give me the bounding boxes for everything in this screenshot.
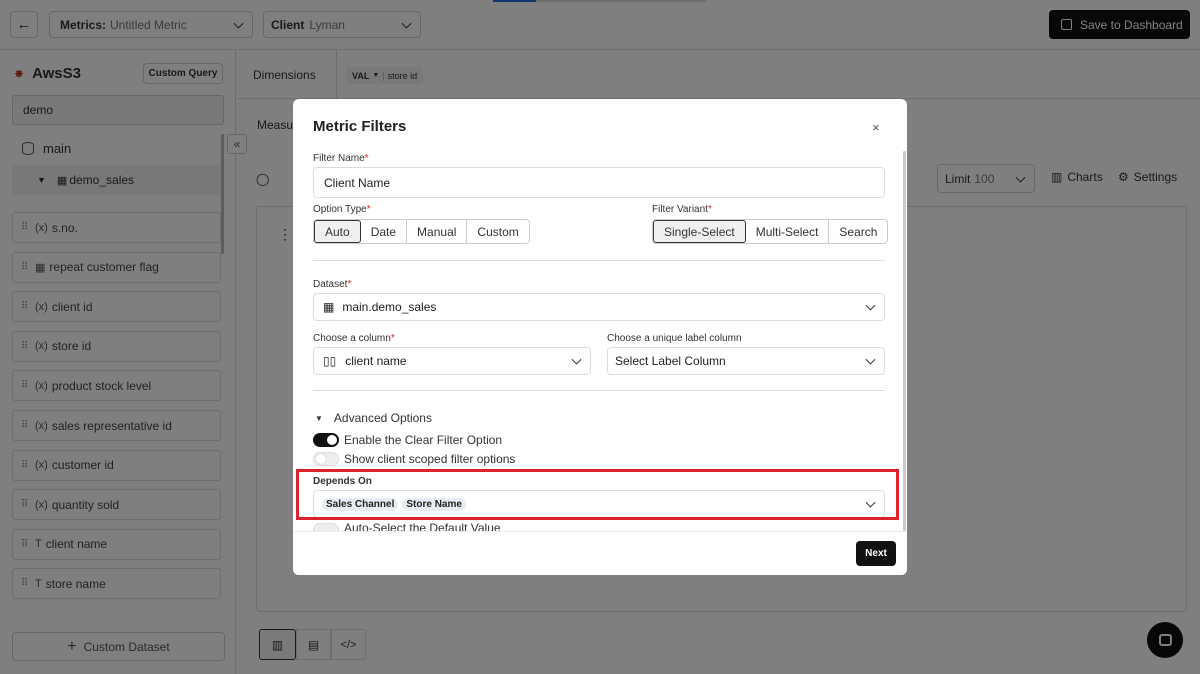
column-label-wrap: Choose a column* xyxy=(313,333,395,344)
filter-variant-label-wrap: Filter Variant* xyxy=(652,204,712,215)
option-type-auto[interactable]: Auto xyxy=(314,220,361,243)
dataset-value: main.demo_sales xyxy=(342,300,437,314)
toggle-knob xyxy=(327,435,337,445)
advanced-options-label: Advanced Options xyxy=(333,411,432,425)
column-label: Choose a column xyxy=(313,333,391,344)
dataset-label: Dataset xyxy=(313,279,348,290)
dataset-select[interactable]: ▦ main.demo_sales xyxy=(313,293,885,321)
depends-on-highlight xyxy=(296,469,899,520)
unique-label-select[interactable]: Select Label Column xyxy=(607,347,885,375)
filter-variant-single-select[interactable]: Single-Select xyxy=(653,220,746,243)
column-value: client name xyxy=(345,354,407,368)
modal-title: Metric Filters xyxy=(313,118,407,135)
filter-variant-label: Filter Variant xyxy=(652,204,708,215)
chevron-down-icon xyxy=(865,354,876,365)
enable-clear-filter-label: Enable the Clear Filter Option xyxy=(344,433,503,447)
option-type-manual[interactable]: Manual xyxy=(407,220,468,243)
advanced-options-toggle[interactable]: ▼ Advanced Options xyxy=(315,411,432,425)
caret-down-icon: ▼ xyxy=(315,413,323,423)
option-type-custom[interactable]: Custom xyxy=(467,220,528,243)
filter-name-input[interactable]: Client Name xyxy=(313,167,885,198)
columns-icon: ▯▯ xyxy=(323,354,337,368)
filter-variant-search[interactable]: Search xyxy=(829,220,887,243)
chevron-down-icon xyxy=(571,354,582,365)
unique-label-label: Choose a unique label column xyxy=(607,333,742,344)
modal-scrollbar[interactable] xyxy=(903,151,906,531)
option-type-date[interactable]: Date xyxy=(361,220,408,243)
modal-footer xyxy=(293,531,907,575)
filter-name-value: Client Name xyxy=(324,175,391,190)
filter-variant-group: Single-Select Multi-Select Search xyxy=(652,219,889,244)
close-icon[interactable]: × xyxy=(872,120,880,135)
unique-label-value: Select Label Column xyxy=(615,354,726,368)
column-select[interactable]: ▯▯ client name xyxy=(313,347,591,375)
filter-variant-multi-select[interactable]: Multi-Select xyxy=(746,220,830,243)
filter-name-label: Filter Name xyxy=(313,153,365,164)
divider xyxy=(313,390,885,391)
option-type-label-wrap: Option Type* xyxy=(313,204,371,215)
next-button[interactable]: Next xyxy=(856,541,896,566)
divider xyxy=(313,260,885,261)
table-icon: ▦ xyxy=(323,300,335,314)
toggle-knob xyxy=(316,454,326,464)
enable-clear-filter-toggle[interactable] xyxy=(313,433,339,447)
chevron-down-icon xyxy=(865,300,876,311)
dataset-label-wrap: Dataset* xyxy=(313,279,352,290)
option-type-group: Auto Date Manual Custom xyxy=(313,219,530,244)
option-type-label: Option Type xyxy=(313,204,367,215)
show-client-scoped-label: Show client scoped filter options xyxy=(344,452,516,466)
next-label: Next xyxy=(865,548,887,559)
filter-name-label-wrap: Filter Name* xyxy=(313,153,369,164)
show-client-scoped-toggle[interactable] xyxy=(313,452,339,466)
